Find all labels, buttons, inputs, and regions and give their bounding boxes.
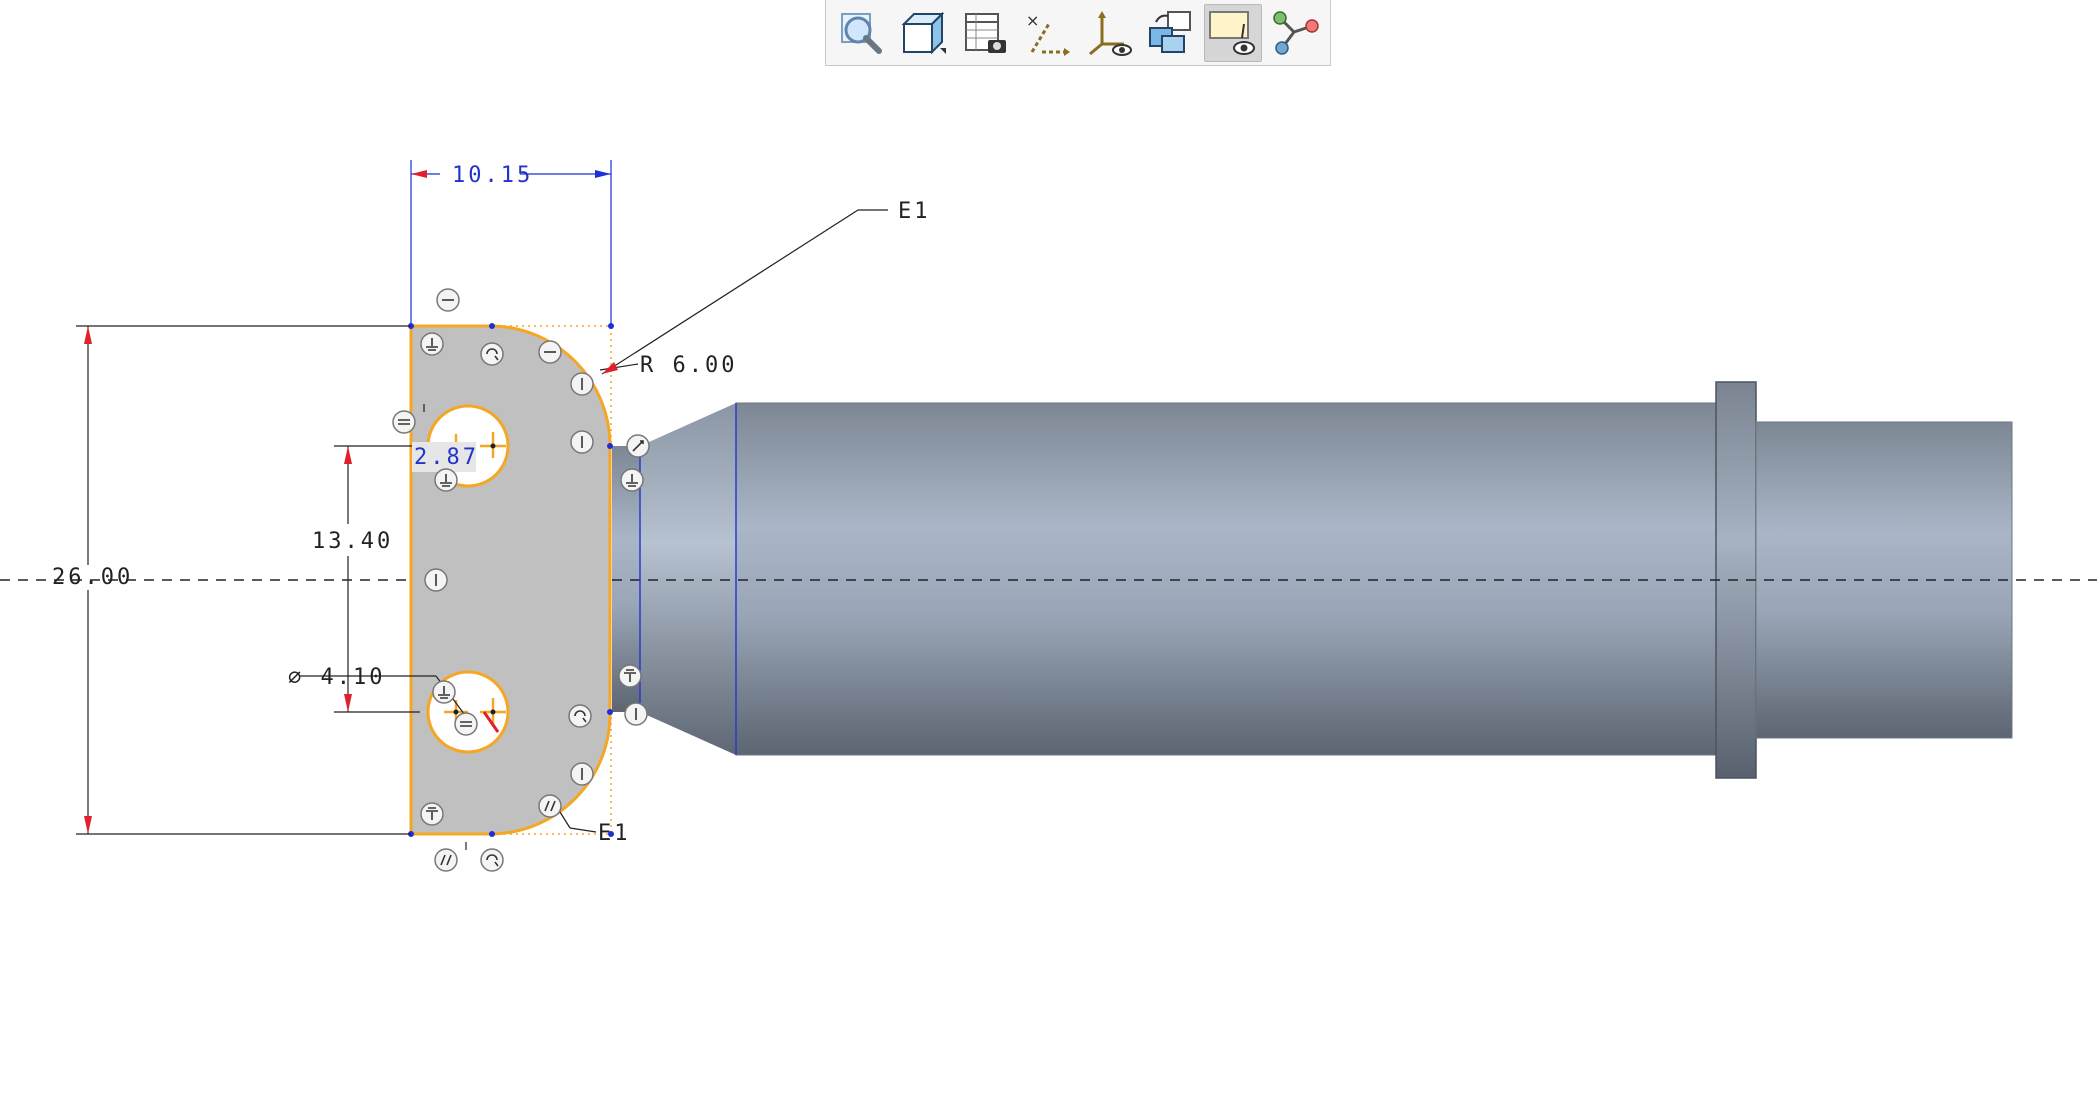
constraint-badge-icon[interactable] — [624, 702, 648, 726]
constraint-badge-icon[interactable] — [420, 802, 444, 826]
constraint-badge-icon[interactable] — [392, 410, 416, 434]
constraint-badge-icon[interactable] — [626, 434, 650, 458]
constraint-badge-icon[interactable] — [420, 332, 444, 356]
constraint-badge-icon[interactable] — [570, 430, 594, 454]
constraint-badge-icon[interactable] — [432, 680, 456, 704]
shaft-cone — [640, 403, 736, 755]
dim-radius-text[interactable]: R 6.00 — [640, 353, 737, 378]
constraint-badge-icon[interactable] — [568, 704, 592, 728]
constraint-badge-icon[interactable] — [480, 848, 504, 872]
constraint-badge-icon[interactable] — [434, 468, 458, 492]
constraint-badge-icon[interactable] — [454, 712, 478, 736]
constraint-badge-icon[interactable] — [424, 568, 448, 592]
dim-width-text[interactable]: 10.15 — [452, 163, 533, 188]
equal-label-bottom: E1 — [598, 821, 631, 846]
constraint-badge-icon[interactable] — [436, 288, 460, 312]
dim-height-text[interactable]: 26.00 — [52, 565, 133, 590]
constraint-badge-icon[interactable] — [620, 468, 644, 492]
constraint-badge-icon[interactable] — [538, 340, 562, 364]
shaft-main-body — [735, 402, 1719, 756]
constraint-badge-icon[interactable] — [434, 848, 458, 872]
constraint-badge-icon[interactable] — [570, 762, 594, 786]
shaft-end-section — [1755, 421, 2013, 739]
dim-small-text[interactable]: 2.87 — [414, 445, 479, 470]
dim-diameter-text[interactable]: ⌀ 4.10 — [288, 665, 385, 690]
constraint-badge-icon[interactable] — [538, 794, 562, 818]
graphics-canvas[interactable]: 10.15 26.00 13.40 ⌀ 4.10 R 6.00 2.87 E1 … — [0, 0, 2097, 1108]
constraint-badge-icon[interactable] — [570, 372, 594, 396]
constraint-badge-icon[interactable] — [618, 664, 642, 688]
constraint-badge-icon[interactable] — [480, 342, 504, 366]
equal-label-top: E1 — [898, 199, 931, 224]
dim-spacing-text[interactable]: 13.40 — [312, 529, 393, 554]
